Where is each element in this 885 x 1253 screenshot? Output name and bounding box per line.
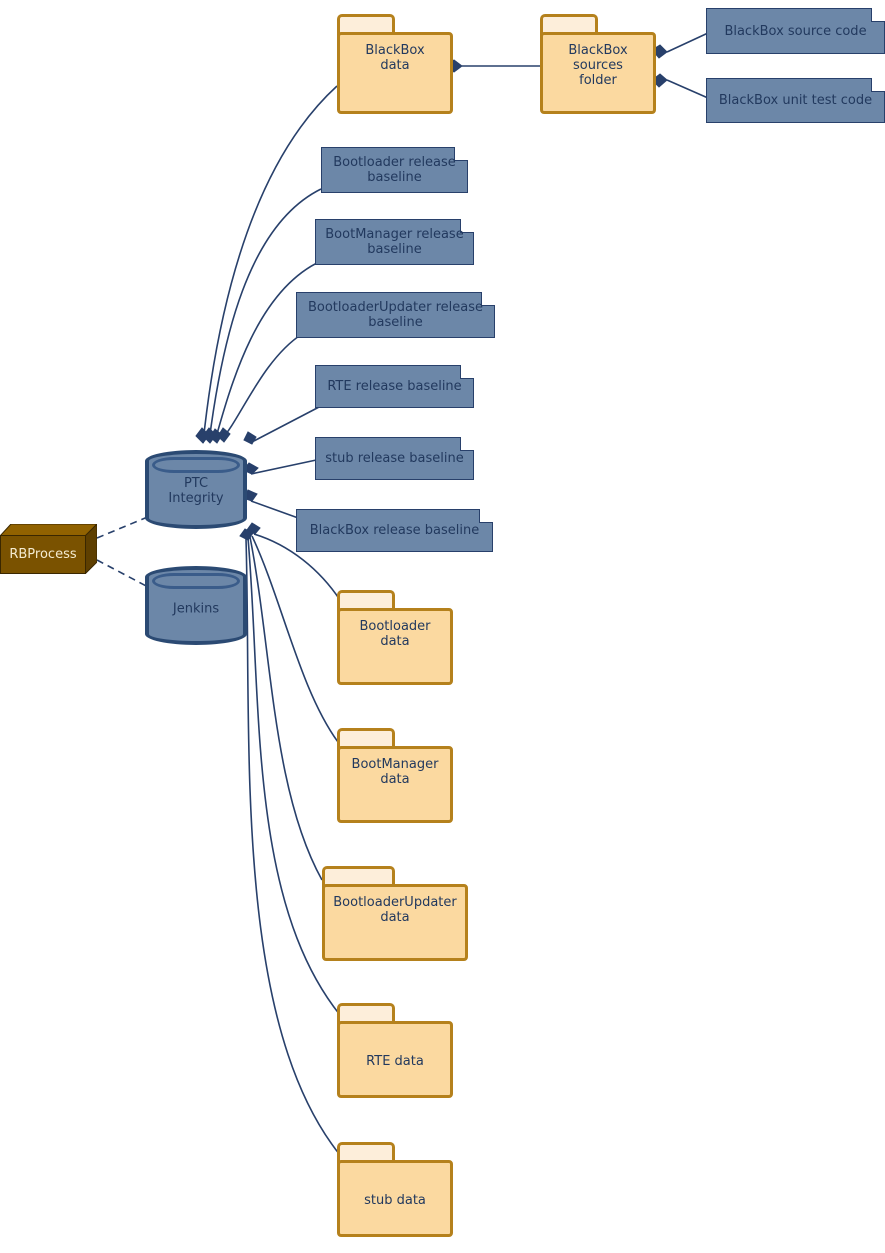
folded-corner-icon bbox=[460, 437, 474, 451]
folded-corner-icon bbox=[481, 292, 495, 306]
artifact-label: stub release baseline bbox=[325, 451, 464, 466]
folder-body: BlackBox data bbox=[337, 32, 453, 114]
database-label: Jenkins bbox=[149, 601, 243, 616]
artifact-blackbox-unit-test-code[interactable]: BlackBox unit test code bbox=[706, 78, 885, 123]
edge-ptc-stubdata bbox=[245, 538, 341, 1156]
artifact-label: RTE release baseline bbox=[327, 379, 462, 394]
folder-label-line3: folder bbox=[579, 73, 617, 88]
cylinder-top-icon bbox=[152, 457, 240, 473]
folded-corner-icon bbox=[479, 509, 493, 523]
folder-label-line2: data bbox=[380, 910, 410, 925]
folder-label: BlackBox sources folder bbox=[568, 43, 627, 88]
artifact-blackbox-release-baseline[interactable]: BlackBox release baseline bbox=[296, 509, 493, 552]
artifact-label-line2: baseline bbox=[367, 170, 422, 185]
folder-rte-data[interactable]: RTE data bbox=[337, 1003, 453, 1098]
artifact-label: Bootloader release baseline bbox=[333, 155, 456, 185]
edge-ptc-bootmanagerbaseline bbox=[214, 260, 322, 442]
diamond-ptc-rtebaseline bbox=[243, 431, 257, 445]
folder-label-line1: BootloaderUpdater bbox=[333, 895, 457, 910]
deployment-diagram-canvas: BlackBox data BlackBox sources folder Bo… bbox=[0, 0, 885, 1253]
node-front-face: RBProcess bbox=[0, 535, 86, 574]
folder-label: RTE data bbox=[366, 1054, 424, 1069]
folder-body: BootManager data bbox=[337, 746, 453, 823]
folder-blackbox-data[interactable]: BlackBox data bbox=[337, 14, 453, 114]
database-label: PTC Integrity bbox=[149, 476, 243, 506]
folder-bootmanager-data[interactable]: BootManager data bbox=[337, 728, 453, 823]
edge-ptc-bootmanagerdata bbox=[251, 535, 339, 743]
folder-body: stub data bbox=[337, 1160, 453, 1237]
folded-corner-icon bbox=[454, 147, 468, 161]
diamond-ptc-bottomgroup2 bbox=[239, 528, 254, 541]
folder-label: BlackBox data bbox=[365, 43, 424, 73]
diamond-ptc-bootloaderbaseline bbox=[202, 427, 217, 444]
artifact-blackbox-source-code[interactable]: BlackBox source code bbox=[706, 8, 885, 54]
artifact-rte-release-baseline[interactable]: RTE release baseline bbox=[315, 365, 474, 408]
artifact-bootloaderupdater-release-baseline[interactable]: BootloaderUpdater release baseline bbox=[296, 292, 495, 338]
database-label-line1: Jenkins bbox=[172, 601, 220, 616]
folder-label-line2: data bbox=[380, 634, 410, 649]
folded-corner-icon bbox=[460, 365, 474, 379]
folder-label-line1: BootManager bbox=[351, 757, 439, 772]
edge-ptc-rtebaseline bbox=[249, 405, 322, 444]
artifact-label-line1: BootManager release bbox=[325, 227, 464, 242]
artifact-label: BootManager release baseline bbox=[325, 227, 463, 257]
folded-corner-icon bbox=[871, 8, 885, 22]
folder-label-line1: RTE data bbox=[366, 1054, 424, 1069]
artifact-label-line2: baseline bbox=[368, 315, 423, 330]
database-jenkins[interactable]: Jenkins bbox=[145, 566, 247, 645]
folder-label-line2: sources bbox=[573, 58, 623, 73]
folder-label: BootloaderUpdater data bbox=[333, 895, 456, 925]
edge-ptc-bootloaderupdaterdata bbox=[249, 536, 323, 881]
artifact-bootloader-release-baseline[interactable]: Bootloader release baseline bbox=[321, 147, 468, 193]
diamond-ptc-bottomgroup bbox=[246, 522, 261, 535]
artifact-label: BlackBox unit test code bbox=[718, 93, 873, 108]
folded-corner-icon bbox=[871, 78, 885, 92]
folder-body: BlackBox sources folder bbox=[540, 32, 656, 114]
artifact-bootmanager-release-baseline[interactable]: BootManager release baseline bbox=[315, 219, 474, 265]
artifact-stub-release-baseline[interactable]: stub release baseline bbox=[315, 437, 474, 480]
edge-sourcesfolder-sourcecode bbox=[666, 32, 709, 53]
diamond-ptc-bootmanagerbaseline bbox=[209, 428, 223, 444]
cylinder-top-icon bbox=[152, 573, 240, 589]
diamond-ptc-blackboxdata bbox=[195, 427, 210, 444]
database-label-line1: PTC bbox=[183, 475, 209, 491]
node-rbprocess[interactable]: RBProcess bbox=[0, 524, 97, 574]
folder-bootloader-data[interactable]: Bootloader data bbox=[337, 590, 453, 685]
node-label: RBProcess bbox=[9, 547, 77, 562]
artifact-label: BlackBox source code bbox=[724, 23, 867, 39]
artifact-label-line1: BootloaderUpdater release bbox=[307, 300, 483, 315]
folder-body: BootloaderUpdater data bbox=[322, 884, 468, 961]
edge-rbprocess-jenkins bbox=[96, 559, 151, 589]
edge-ptc-blackboxbaseline bbox=[250, 500, 302, 520]
edge-rbprocess-ptc bbox=[96, 515, 151, 539]
artifact-label-line1: Bootloader release bbox=[333, 155, 456, 170]
database-label-line2: Integrity bbox=[168, 490, 224, 506]
folder-blackbox-sources-folder[interactable]: BlackBox sources folder bbox=[540, 14, 656, 114]
edge-ptc-bootloaderupdaterbaseline bbox=[220, 333, 303, 441]
folder-label-line1: stub data bbox=[364, 1193, 426, 1208]
folder-body: RTE data bbox=[337, 1021, 453, 1098]
node-side-face bbox=[85, 524, 97, 574]
folder-label: BootManager data bbox=[352, 757, 439, 787]
database-ptc-integrity[interactable]: PTC Integrity bbox=[145, 450, 247, 529]
folder-body: Bootloader data bbox=[337, 608, 453, 685]
folder-label-line2: data bbox=[380, 772, 410, 787]
folder-label-line2: data bbox=[380, 58, 410, 73]
folder-label-line1: BlackBox bbox=[365, 43, 425, 58]
folder-label-line1: Bootloader bbox=[359, 619, 431, 634]
folder-label: Bootloader data bbox=[359, 619, 430, 649]
artifact-label: BlackBox release baseline bbox=[309, 523, 480, 538]
folder-label: stub data bbox=[364, 1193, 426, 1208]
folder-stub-data[interactable]: stub data bbox=[337, 1142, 453, 1237]
folder-bootloaderupdater-data[interactable]: BootloaderUpdater data bbox=[322, 866, 468, 961]
edge-ptc-stubbaseline bbox=[250, 458, 322, 475]
folder-label-line1: BlackBox bbox=[568, 43, 628, 58]
diamond-ptc-bootloaderupdaterbaseline bbox=[217, 427, 231, 443]
artifact-label: BootloaderUpdater release baseline bbox=[308, 300, 483, 330]
edge-sourcesfolder-unittestcode bbox=[666, 79, 709, 99]
artifact-label-line2: baseline bbox=[367, 242, 422, 257]
